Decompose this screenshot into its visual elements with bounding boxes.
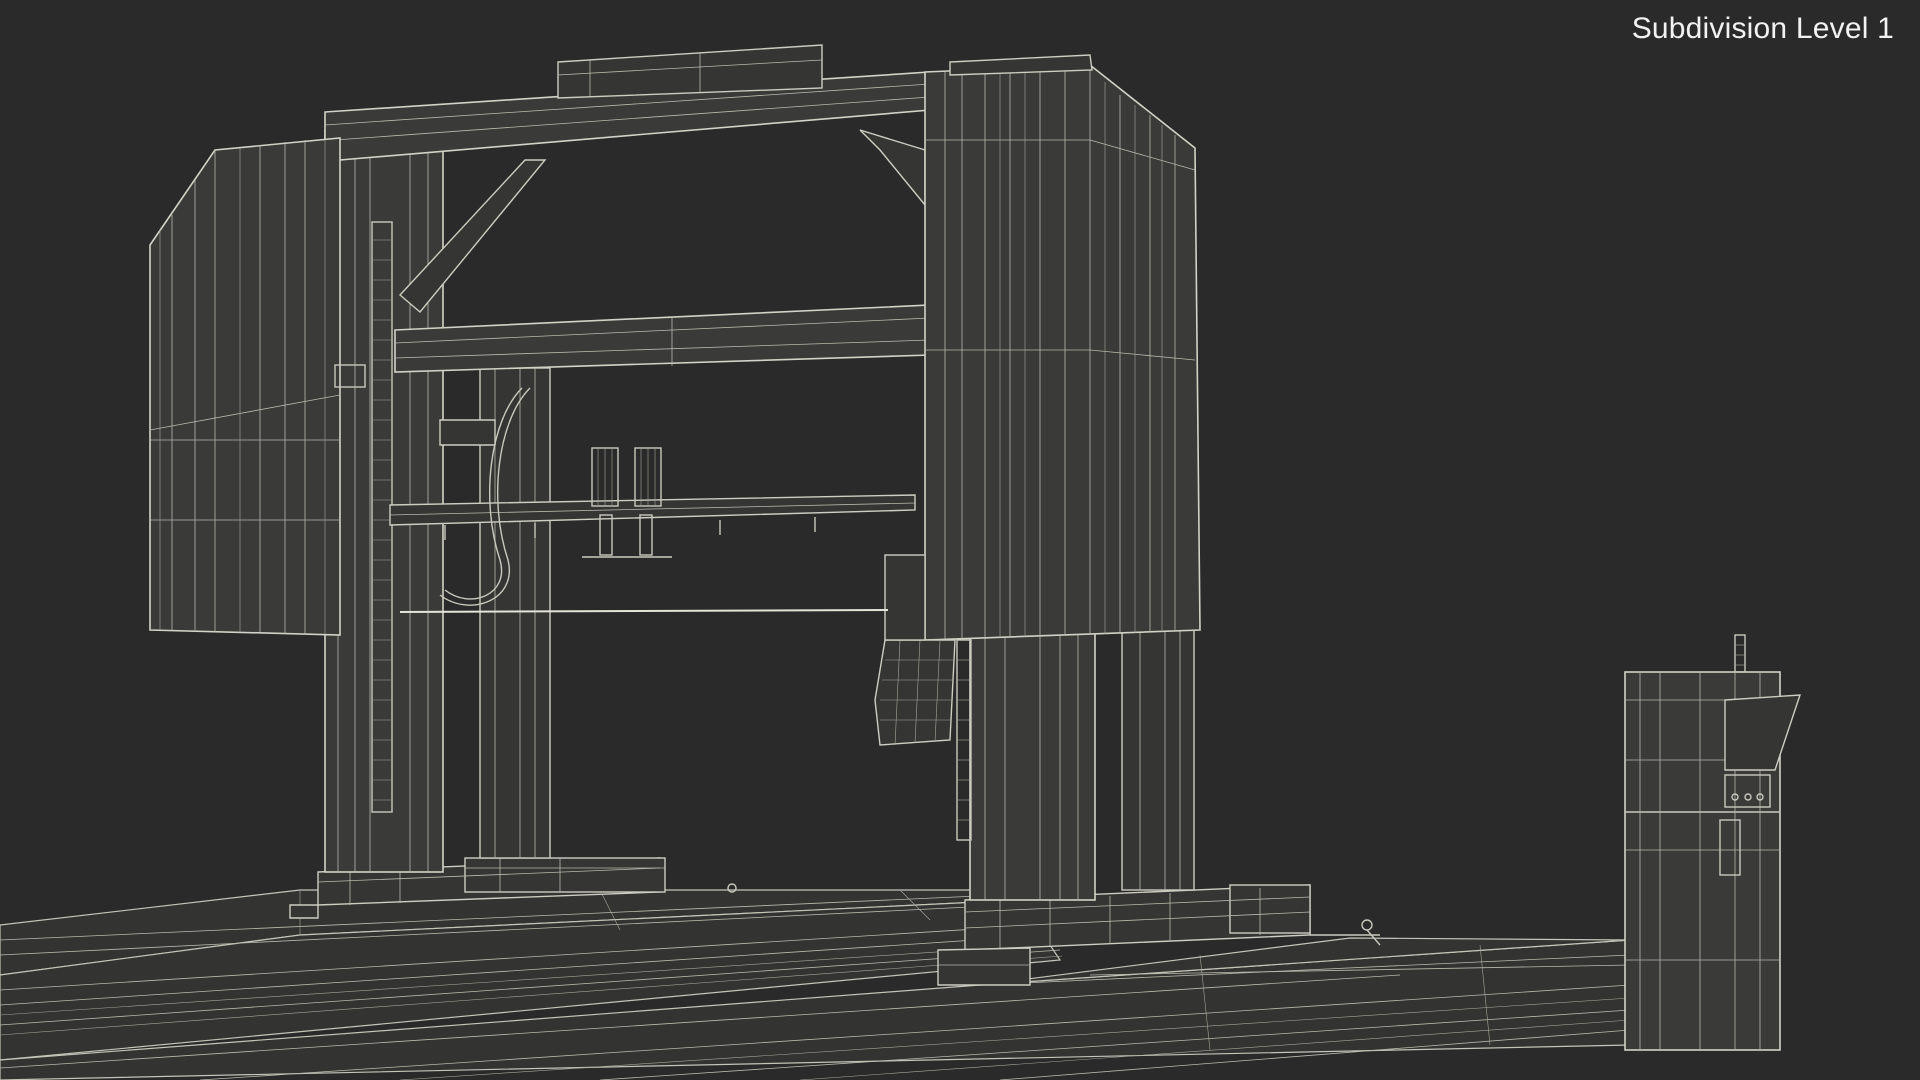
render-viewport: Subdivision Level 1 bbox=[0, 0, 1920, 1080]
left-front-column bbox=[324, 129, 444, 873]
floor-rails bbox=[0, 889, 1631, 1080]
control-panel-stand bbox=[1624, 634, 1801, 1051]
middle-crossbeam bbox=[394, 304, 931, 446]
left-side-housing bbox=[149, 137, 366, 636]
right-rear-column bbox=[1121, 619, 1195, 891]
right-front-column bbox=[956, 629, 1096, 901]
subdivision-level-label: Subdivision Level 1 bbox=[1631, 12, 1894, 45]
wireframe-gantry-machine bbox=[0, 44, 1801, 1080]
